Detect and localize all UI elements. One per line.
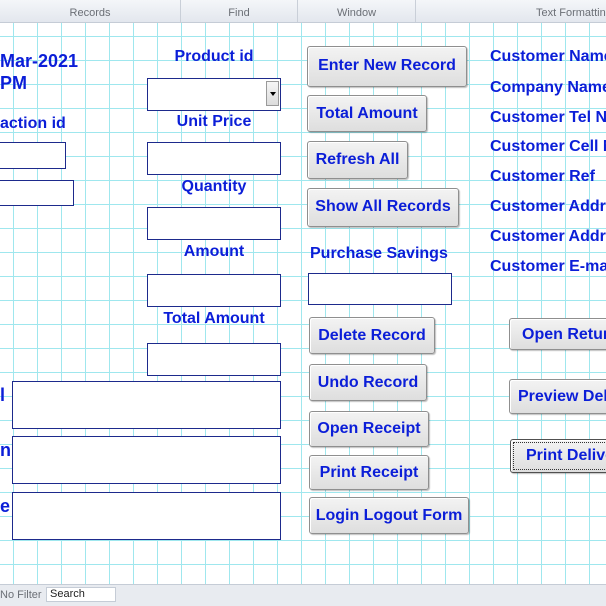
total-amount-label: Total Amount [163,310,265,327]
ribbon-group-records[interactable]: Records [0,0,181,22]
time-label: PM [0,73,27,93]
customer-email-label: Customer E-mail [490,258,606,275]
form-canvas: Mar-2021 PM action id Product id Unit Pr… [0,23,606,584]
amount-label: Amount [183,243,245,260]
customer-address-1-label: Customer Address 1 [490,198,606,215]
filter-status[interactable]: No Filter [0,589,42,601]
transaction-date-field[interactable] [0,180,74,206]
product-id-label: Product id [174,48,254,65]
date-label: Mar-2021 [0,51,79,71]
open-receipt-button[interactable]: Open Receipt [309,411,429,447]
purchase-savings-field[interactable] [308,273,452,305]
left-row-3-label: e [0,496,11,516]
open-returns-button[interactable]: Open Returns [509,318,606,350]
refresh-all-button[interactable]: Refresh All [307,141,408,179]
left-row-1-label: l [0,385,6,405]
customer-ref-label: Customer Ref [490,168,595,185]
ribbon-group-window[interactable]: Window [298,0,416,22]
quantity-label: Quantity [181,178,247,195]
transaction-id-label: action id [0,115,66,132]
ribbon-bar: Records Find Window Text Formatting [0,0,606,23]
left-row-2-label: n [0,440,11,460]
print-receipt-button[interactable]: Print Receipt [309,455,429,490]
company-name-label: Company Name [490,79,606,96]
quantity-field[interactable] [147,207,281,240]
left-textarea-1[interactable] [12,381,281,429]
left-textarea-2[interactable] [12,436,281,484]
customer-name-label: Customer Name [490,48,606,65]
total-amount-field[interactable] [147,343,281,376]
total-amount-button[interactable]: Total Amount [307,95,427,132]
customer-cell-label: Customer Cell No [490,138,606,155]
preview-delivery-button[interactable]: Preview Delivery [509,379,606,414]
show-all-records-button[interactable]: Show All Records [307,188,459,227]
chevron-down-icon[interactable] [266,81,279,106]
print-delivery-button[interactable]: Print Delivery [510,439,606,473]
delete-record-button[interactable]: Delete Record [309,317,435,354]
unit-price-label: Unit Price [176,113,252,130]
search-box[interactable]: Search [46,587,116,602]
amount-field[interactable] [147,274,281,307]
login-logout-form-button[interactable]: Login Logout Form [309,497,469,534]
enter-new-record-button[interactable]: Enter New Record [307,46,467,87]
purchase-savings-label: Purchase Savings [310,245,448,262]
undo-record-button[interactable]: Undo Record [309,364,427,401]
ribbon-group-find[interactable]: Find [181,0,298,22]
left-textarea-3[interactable] [12,492,281,540]
customer-address-2-label: Customer Address 2 [490,228,606,245]
transaction-id-field[interactable] [0,142,66,169]
customer-tel-label: Customer Tel No [490,109,606,126]
record-navigation-bar: No Filter Search [0,584,606,606]
ribbon-group-text-formatting[interactable]: Text Formatting [416,0,606,22]
product-id-combobox[interactable] [147,78,281,111]
unit-price-field[interactable] [147,142,281,175]
